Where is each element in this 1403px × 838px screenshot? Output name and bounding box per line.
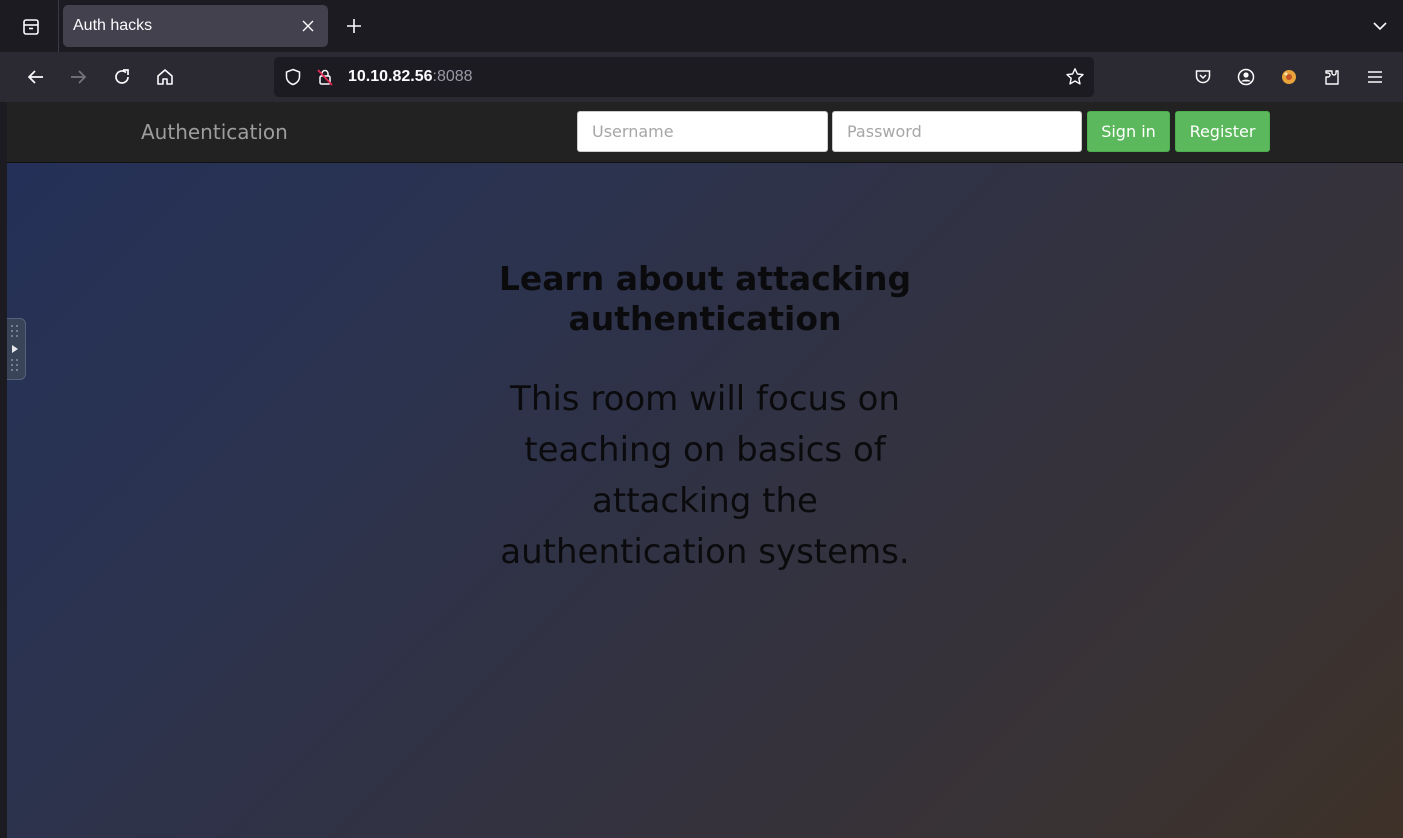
chevron-down-icon <box>1373 22 1387 31</box>
account-icon <box>1237 68 1255 86</box>
forward-arrow-icon <box>71 70 87 84</box>
page-viewport: Authentication Sign in Register Learn ab… <box>7 102 1403 838</box>
star-icon <box>1066 68 1084 85</box>
hero-title-line: Learn about attacking <box>498 259 912 298</box>
list-all-tabs-button[interactable] <box>1366 11 1394 41</box>
tab-title: Auth hacks <box>73 17 153 34</box>
username-input[interactable] <box>592 112 827 151</box>
back-arrow-icon <box>27 70 43 84</box>
hero-title: Learn about attacking authentication <box>7 259 1403 339</box>
bookmark-button[interactable] <box>1063 65 1087 89</box>
browser-toolbar: 10.10.82.56:8088 <box>0 52 1403 102</box>
extension-button[interactable] <box>1273 61 1305 93</box>
hamburger-menu-icon <box>1368 71 1382 83</box>
shield-icon <box>285 68 301 86</box>
site-security-button[interactable] <box>313 65 337 89</box>
pocket-button[interactable] <box>1187 61 1219 93</box>
tab-close-button[interactable] <box>298 16 318 36</box>
password-field[interactable] <box>832 111 1082 152</box>
tab-separator <box>58 0 59 52</box>
url-host: 10.10.82.56 <box>348 68 433 85</box>
tracking-protection-button[interactable] <box>281 65 305 89</box>
username-field[interactable] <box>577 111 828 152</box>
tab-list-icon <box>23 19 39 35</box>
app-menu-button[interactable] <box>1359 61 1391 93</box>
url-port: :8088 <box>432 68 473 85</box>
home-button[interactable] <box>149 61 181 93</box>
insecure-lock-icon <box>317 69 333 86</box>
sign-in-button[interactable]: Sign in <box>1087 111 1170 152</box>
extensions-menu-button[interactable] <box>1316 61 1348 93</box>
new-tab-button[interactable] <box>340 11 368 41</box>
register-button[interactable]: Register <box>1175 111 1270 152</box>
back-button[interactable] <box>20 61 52 93</box>
close-icon <box>302 20 314 32</box>
reload-icon <box>115 69 129 84</box>
window-left-edge <box>0 102 7 838</box>
site-navbar: Authentication Sign in Register <box>7 102 1403 163</box>
hero-text-line: This room will focus on <box>510 379 900 419</box>
puzzle-icon <box>1325 70 1339 85</box>
home-icon <box>157 69 173 85</box>
url-text: 10.10.82.56:8088 <box>348 57 473 97</box>
forward-button[interactable] <box>62 61 94 93</box>
tab-list-button[interactable] <box>8 7 54 47</box>
account-button[interactable] <box>1230 61 1262 93</box>
play-arrow-icon <box>12 345 18 353</box>
extension-icon <box>1282 70 1296 84</box>
hero-title-line: authentication <box>568 299 842 338</box>
hero-text-line: teaching on basics of <box>524 430 886 470</box>
plus-icon <box>347 19 361 33</box>
hero-text-line: attacking the <box>592 481 818 521</box>
hero-text-line: authentication systems. <box>500 532 910 572</box>
pocket-icon <box>1195 70 1211 84</box>
url-bar[interactable]: 10.10.82.56:8088 <box>274 57 1094 97</box>
password-input[interactable] <box>847 112 1081 151</box>
reload-button[interactable] <box>106 61 138 93</box>
browser-tab-bar: Auth hacks <box>0 0 1403 52</box>
site-brand[interactable]: Authentication <box>141 102 288 162</box>
hero-description: This room will focus on teaching on basi… <box>7 374 1403 578</box>
tab-auth-hacks[interactable]: Auth hacks <box>63 5 328 47</box>
